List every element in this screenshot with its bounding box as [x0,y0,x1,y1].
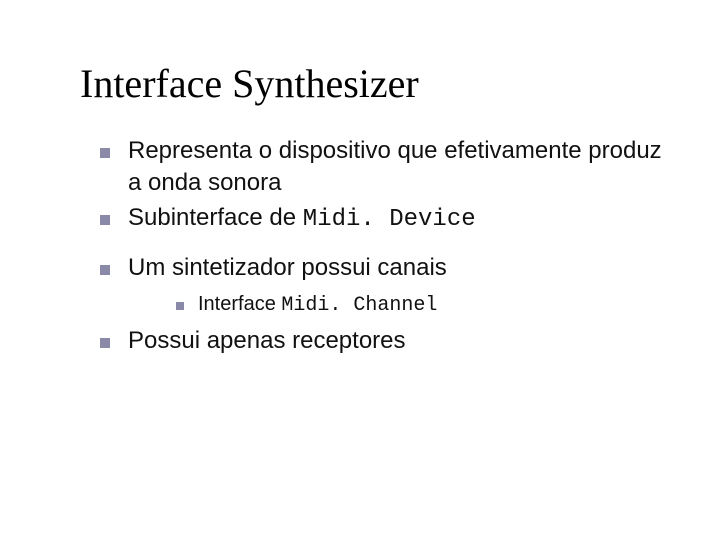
bullet-item: Representa o dispositivo que efetivament… [100,135,680,200]
spacer [80,238,680,252]
bullet-list: Representa o dispositivo que efetivament… [100,135,680,236]
bullet-item: Subinterface de Midi. Device [100,202,680,236]
bullet-item: Possui apenas receptores [100,325,680,357]
bullet-text: Subinterface de [128,204,303,231]
bullet-text: Interface [198,293,281,315]
bullet-text: Um sintetizador possui canais [128,254,447,281]
sub-bullet-item: Interface Midi. Channel [176,291,680,319]
code-text: Midi. Channel [281,294,437,317]
bullet-list: Um sintetizador possui canais Interface … [100,252,680,357]
code-text: Midi. Device [303,206,476,233]
sub-bullet-list: Interface Midi. Channel [176,291,680,319]
bullet-text: Possui apenas receptores [128,327,406,354]
bullet-text: Representa o dispositivo que efetivament… [128,137,662,196]
slide-title: Interface Synthesizer [80,60,680,107]
bullet-item: Um sintetizador possui canais Interface … [100,252,680,318]
slide: Interface Synthesizer Representa o dispo… [0,0,720,540]
